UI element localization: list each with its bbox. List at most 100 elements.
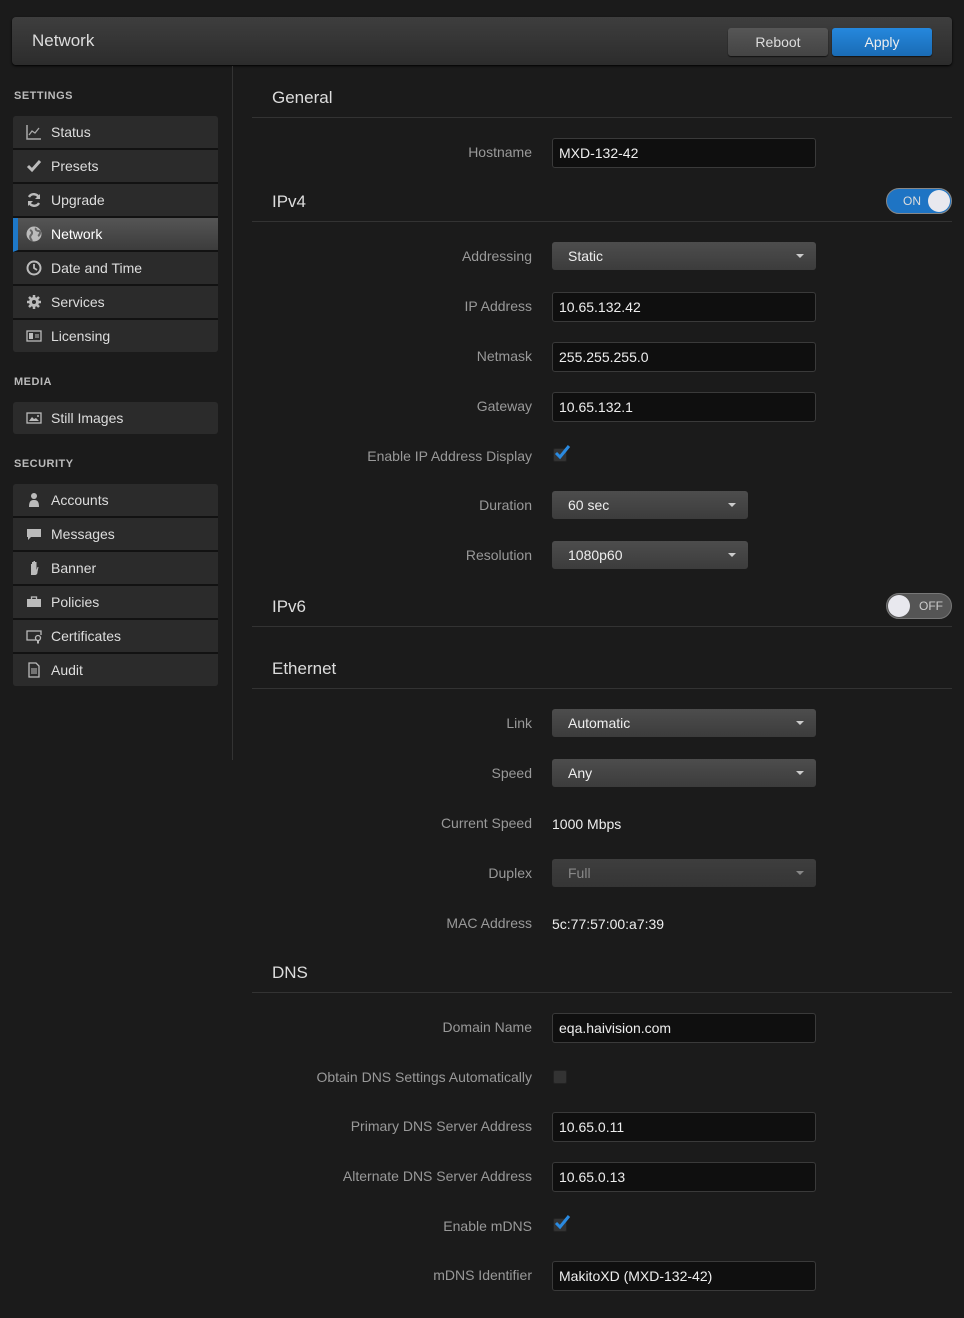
sidebar-item-still-images[interactable]: Still Images — [13, 402, 218, 434]
general-divider — [252, 117, 952, 118]
mdns-identifier-label: mDNS Identifier — [433, 1267, 532, 1283]
duplex-label: Duplex — [488, 865, 532, 881]
mdns-checkbox[interactable] — [553, 1215, 571, 1232]
sidebar-item-label: Audit — [51, 662, 83, 678]
sidebar-item-label: Network — [51, 226, 103, 242]
sidebar-item-label: Licensing — [51, 328, 111, 344]
resolution-value: 1080p60 — [568, 547, 623, 563]
duration-value: 60 sec — [568, 497, 610, 513]
page-title: Network — [32, 31, 95, 50]
general-heading: General — [272, 88, 333, 107]
alternate-dns-label: Alternate DNS Server Address — [342, 1168, 532, 1184]
duration-select[interactable]: 60 sec — [552, 491, 748, 519]
hand-icon — [26, 560, 42, 576]
addressing-value: Static — [568, 248, 604, 264]
duplex-value: Full — [568, 865, 591, 881]
sidebar-item-network[interactable]: Network — [13, 218, 218, 252]
toggle-knob — [888, 595, 910, 617]
briefcase-icon — [26, 594, 42, 610]
caret-down-icon — [796, 721, 804, 725]
speed-select[interactable]: Any — [552, 759, 816, 787]
ethernet-heading: Ethernet — [272, 659, 337, 678]
ethernet-divider — [252, 688, 952, 689]
sidebar-item-label: Services — [51, 294, 105, 310]
link-label: Link — [506, 715, 532, 731]
addressing-select[interactable]: Static — [552, 242, 816, 270]
sidebar-item-label: Upgrade — [51, 192, 105, 208]
ipv6-divider — [252, 626, 952, 627]
speech-bubble-icon — [26, 526, 42, 542]
ipv4-divider — [252, 221, 952, 222]
sidebar-item-accounts[interactable]: Accounts — [13, 484, 218, 518]
mac-address-label: MAC Address — [446, 915, 532, 931]
current-speed-label: Current Speed — [440, 815, 532, 831]
caret-down-icon — [728, 553, 736, 557]
sidebar-item-label: Date and Time — [51, 260, 143, 276]
sidebar-item-label: Accounts — [51, 492, 109, 508]
resolution-label: Resolution — [465, 547, 532, 563]
security-section-label: SECURITY — [14, 458, 74, 470]
sidebar-item-label: Banner — [51, 560, 97, 576]
sidebar-item-presets[interactable]: Presets — [13, 150, 218, 184]
link-select[interactable]: Automatic — [552, 709, 816, 737]
apply-button[interactable]: Apply — [832, 28, 932, 56]
sidebar-item-label: Status — [51, 124, 91, 140]
domain-name-input[interactable] — [552, 1013, 816, 1043]
media-section-label: MEDIA — [14, 376, 52, 388]
settings-section-label: SETTINGS — [14, 90, 74, 102]
dns-auto-checkbox[interactable] — [553, 1070, 567, 1084]
speed-label: Speed — [491, 765, 532, 781]
gateway-input[interactable] — [552, 392, 816, 422]
caret-down-icon — [796, 254, 804, 258]
ipv6-toggle-label: OFF — [919, 599, 943, 613]
refresh-icon — [26, 192, 42, 208]
chart-line-icon — [26, 124, 42, 140]
sidebar-item-policies[interactable]: Policies — [13, 586, 218, 620]
gear-icon — [26, 294, 42, 310]
sidebar-item-label: Certificates — [51, 628, 122, 644]
addressing-label: Addressing — [461, 248, 532, 264]
reboot-button[interactable]: Reboot — [728, 28, 828, 56]
duplex-select[interactable]: Full — [552, 859, 816, 887]
caret-down-icon — [796, 871, 804, 875]
ip-display-label: Enable IP Address Display — [367, 448, 532, 464]
document-icon — [26, 662, 42, 678]
dns-heading: DNS — [272, 963, 308, 982]
toggle-knob — [928, 190, 950, 212]
sidebar-item-label: Messages — [51, 526, 115, 542]
ip-address-input[interactable] — [552, 292, 816, 322]
current-speed-value: 1000 Mbps — [552, 816, 622, 832]
sidebar-item-upgrade[interactable]: Upgrade — [13, 184, 218, 218]
ipv6-heading: IPv6 — [272, 597, 307, 616]
netmask-input[interactable] — [552, 342, 816, 372]
ipv6-toggle[interactable]: OFF — [886, 593, 952, 619]
sidebar-item-services[interactable]: Services — [13, 286, 218, 320]
mac-address-value: 5c:77:57:00:a7:39 — [552, 916, 665, 932]
mdns-identifier-input[interactable] — [552, 1261, 816, 1291]
sidebar-item-banner[interactable]: Banner — [13, 552, 218, 586]
hostname-input[interactable] — [552, 138, 816, 168]
primary-dns-label: Primary DNS Server Address — [350, 1118, 532, 1134]
security-nav: Accounts Messages Banner Policies Certif… — [13, 484, 218, 686]
sidebar-item-licensing[interactable]: Licensing — [13, 320, 218, 352]
speed-value: Any — [568, 765, 593, 781]
sidebar-item-date-time[interactable]: Date and Time — [13, 252, 218, 286]
sidebar-item-messages[interactable]: Messages — [13, 518, 218, 552]
hostname-label: Hostname — [468, 144, 532, 160]
dns-auto-label: Obtain DNS Settings Automatically — [316, 1069, 532, 1085]
primary-dns-input[interactable] — [552, 1112, 816, 1142]
sidebar-item-certificates[interactable]: Certificates — [13, 620, 218, 654]
link-value: Automatic — [568, 715, 631, 731]
ipv4-heading: IPv4 — [272, 192, 307, 211]
user-icon — [26, 492, 42, 508]
alternate-dns-input[interactable] — [552, 1162, 816, 1192]
sidebar-item-audit[interactable]: Audit — [13, 654, 218, 686]
ip-display-checkbox[interactable] — [553, 445, 571, 462]
ipv4-toggle[interactable]: ON — [886, 188, 952, 214]
media-nav: Still Images — [13, 402, 218, 434]
sidebar-item-status[interactable]: Status — [13, 116, 218, 150]
duration-label: Duration — [479, 497, 532, 513]
checkmark-icon — [554, 445, 571, 460]
checkmark-icon — [554, 1215, 571, 1230]
resolution-select[interactable]: 1080p60 — [552, 541, 748, 569]
